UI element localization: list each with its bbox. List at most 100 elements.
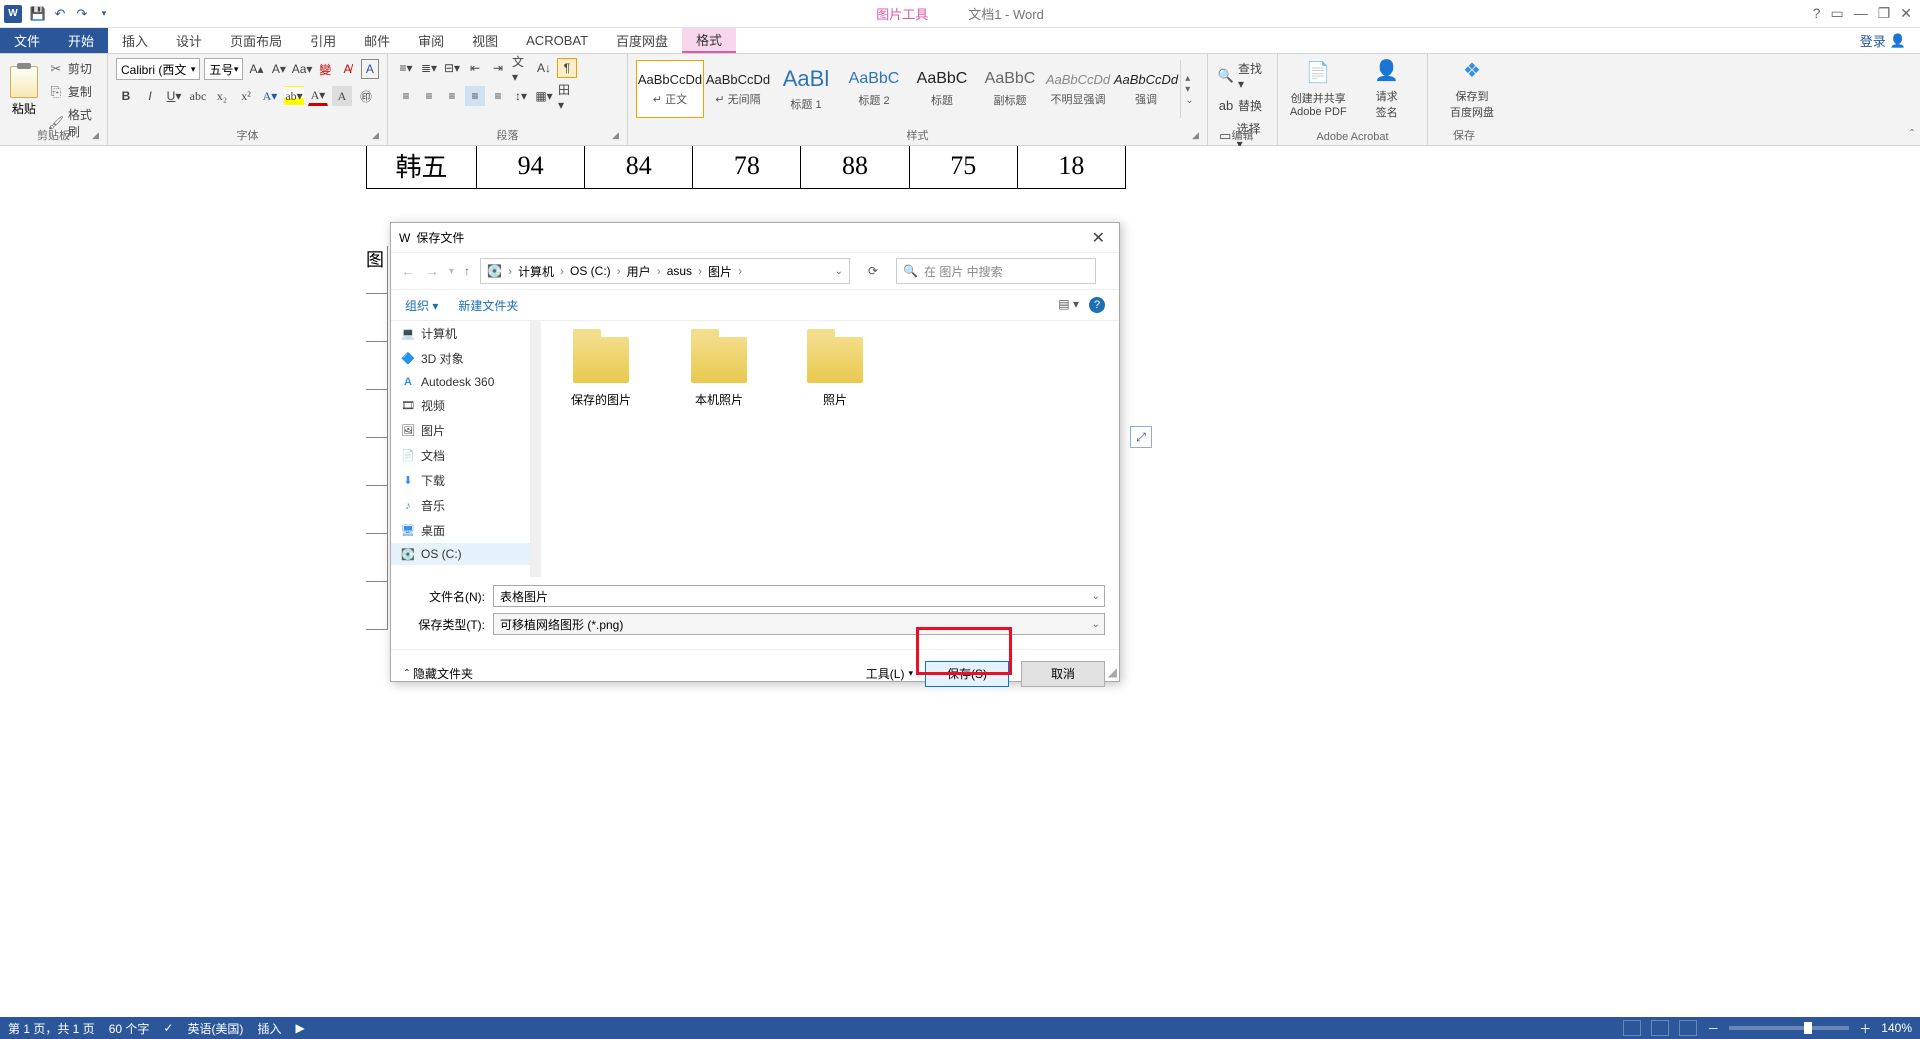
styles-dialog-launcher[interactable]: ◢ — [1192, 130, 1204, 142]
macro-indicator[interactable]: ▶ — [295, 1021, 304, 1035]
paste-button[interactable]: 粘贴 — [8, 56, 40, 126]
char-border-icon[interactable]: A — [361, 59, 379, 79]
new-folder-button[interactable]: 新建文件夹 — [458, 297, 518, 314]
filename-input[interactable]: 表格图片⌄ — [493, 585, 1105, 607]
tree-item-pictures[interactable]: 🖼图片 — [391, 418, 530, 443]
read-mode-icon[interactable] — [1623, 1020, 1641, 1036]
multilevel-list-icon[interactable]: ⊟▾ — [442, 58, 462, 78]
print-layout-icon[interactable] — [1651, 1020, 1669, 1036]
page-indicator[interactable]: 第 1 页，共 1 页 — [8, 1020, 95, 1037]
nav-forward-icon[interactable]: → — [425, 263, 439, 279]
folder-item[interactable]: 保存的图片 — [571, 337, 631, 408]
ribbon-display-icon[interactable]: ▭ — [1830, 5, 1843, 22]
shrink-font-icon[interactable]: A▾ — [270, 59, 288, 79]
folder-item[interactable]: 本机照片 — [691, 337, 747, 408]
paragraph-dialog-launcher[interactable]: ◢ — [612, 130, 624, 142]
line-spacing-icon[interactable]: ↕▾ — [511, 86, 531, 106]
subscript-icon[interactable]: x₂ — [212, 86, 232, 106]
tab-references[interactable]: 引用 — [296, 28, 350, 53]
save-to-baidu-button[interactable]: ❖保存到 百度网盘 — [1436, 56, 1508, 120]
sort-icon[interactable]: A↓ — [534, 58, 554, 78]
strikethrough-icon[interactable]: abc — [188, 86, 208, 106]
tab-insert[interactable]: 插入 — [108, 28, 162, 53]
replace-button[interactable]: ab替换 — [1216, 95, 1269, 116]
justify-icon[interactable]: ≡ — [465, 86, 485, 106]
address-bar[interactable]: 💽› 计算机› OS (C:)› 用户› asus› 图片› ⌄ — [480, 258, 850, 284]
char-shading-icon[interactable]: A — [332, 86, 352, 106]
zoom-out-icon[interactable]: － — [1707, 1020, 1719, 1037]
resize-grip-icon[interactable]: ◢ — [1108, 665, 1117, 679]
nav-recent-icon[interactable]: ▾ — [449, 266, 454, 277]
style-subtitle[interactable]: AaBbC副标题 — [976, 60, 1044, 118]
style-title[interactable]: AaBbC标题 — [908, 60, 976, 118]
filetype-select[interactable]: 可移植网络图形 (*.png)⌄ — [493, 613, 1105, 635]
asian-layout-icon[interactable]: 文▾ — [511, 58, 531, 78]
tab-mailings[interactable]: 邮件 — [350, 28, 404, 53]
distributed-icon[interactable]: ≡ — [488, 86, 508, 106]
borders-icon[interactable]: 田▾ — [557, 86, 577, 106]
font-size-combo[interactable]: 五号▾ — [204, 58, 243, 80]
nav-up-icon[interactable]: ↑ — [464, 264, 470, 278]
style-normal[interactable]: AaBbCcDd↵ 正文 — [636, 60, 704, 118]
style-heading2[interactable]: AaBbC标题 2 — [840, 60, 908, 118]
word-count[interactable]: 60 个字 — [109, 1020, 150, 1037]
tab-file[interactable]: 文件 — [0, 28, 54, 53]
nav-back-icon[interactable]: ← — [401, 263, 415, 279]
align-right-icon[interactable]: ≡ — [442, 86, 462, 106]
tab-baidu[interactable]: 百度网盘 — [602, 28, 682, 53]
tab-review[interactable]: 审阅 — [404, 28, 458, 53]
save-icon[interactable]: 💾 — [30, 6, 46, 22]
tree-scrollbar[interactable] — [531, 321, 541, 577]
phonetic-guide-icon[interactable]: 變 — [316, 59, 334, 79]
style-emphasis[interactable]: AaBbCcDd强调 — [1112, 60, 1180, 118]
refresh-icon[interactable]: ⟳ — [860, 264, 886, 278]
clipboard-dialog-launcher[interactable]: ◢ — [92, 130, 104, 142]
tab-acrobat[interactable]: ACROBAT — [512, 28, 602, 53]
style-subtle-emphasis[interactable]: AaBbCcDd不明显强调 — [1044, 60, 1112, 118]
tab-design[interactable]: 设计 — [162, 28, 216, 53]
align-center-icon[interactable]: ≡ — [419, 86, 439, 106]
qat-customize-icon[interactable]: ▾ — [96, 6, 112, 22]
restore-icon[interactable]: ❐ — [1878, 5, 1891, 22]
tab-view[interactable]: 视图 — [458, 28, 512, 53]
close-window-icon[interactable]: ✕ — [1900, 5, 1912, 22]
tree-item-computer[interactable]: 💻计算机 — [391, 321, 530, 346]
spellcheck-icon[interactable]: ✓ — [163, 1021, 173, 1035]
collapse-ribbon-icon[interactable]: ˆ — [1910, 127, 1914, 141]
help-icon[interactable]: ? — [1089, 297, 1105, 313]
zoom-in-icon[interactable]: ＋ — [1859, 1020, 1871, 1037]
tab-home[interactable]: 开始 — [54, 28, 108, 53]
dialog-search-input[interactable]: 🔍 在 图片 中搜索 — [896, 258, 1096, 284]
web-layout-icon[interactable] — [1679, 1020, 1697, 1036]
cancel-button[interactable]: 取消 — [1021, 661, 1105, 687]
find-button[interactable]: 🔍查找 ▾ — [1216, 58, 1269, 93]
tree-item-autodesk[interactable]: AAutodesk 360 — [391, 371, 530, 393]
tools-dropdown[interactable]: 工具(L)▾ — [866, 665, 913, 682]
tab-layout[interactable]: 页面布局 — [216, 28, 296, 53]
help-icon[interactable]: ? — [1813, 5, 1821, 22]
tree-item-osc[interactable]: 💽OS (C:) — [391, 543, 530, 565]
clear-formatting-icon[interactable]: A̸ — [338, 59, 356, 79]
change-case-icon[interactable]: Aa▾ — [292, 59, 312, 79]
zoom-slider[interactable] — [1729, 1026, 1849, 1030]
tree-item-downloads[interactable]: ⬇下载 — [391, 468, 530, 493]
tree-item-music[interactable]: ♪音乐 — [391, 493, 530, 518]
superscript-icon[interactable]: x² — [236, 86, 256, 106]
tree-item-documents[interactable]: 📄文档 — [391, 443, 530, 468]
style-heading1[interactable]: AaBl标题 1 — [772, 60, 840, 118]
shading-icon[interactable]: ▦▾ — [534, 86, 554, 106]
grow-font-icon[interactable]: A▴ — [247, 59, 265, 79]
highlight-icon[interactable]: ab▾ — [284, 86, 304, 106]
minimize-icon[interactable]: — — [1854, 5, 1868, 22]
zoom-level[interactable]: 140% — [1881, 1021, 1912, 1035]
login-link[interactable]: 登录👤 — [1846, 28, 1920, 53]
tree-item-desktop[interactable]: 🖥桌面 — [391, 518, 530, 543]
styles-more-icon[interactable]: ▴▾⌄ — [1180, 60, 1198, 118]
numbering-icon[interactable]: ≣▾ — [419, 58, 439, 78]
style-no-spacing[interactable]: AaBbCcDd↵ 无间隔 — [704, 60, 772, 118]
font-family-combo[interactable]: Calibri (西文▾ — [116, 58, 200, 80]
copy-button[interactable]: ⎘复制 — [46, 81, 99, 102]
font-dialog-launcher[interactable]: ◢ — [372, 130, 384, 142]
language-indicator[interactable]: 英语(美国) — [187, 1020, 243, 1037]
underline-icon[interactable]: U▾ — [164, 86, 184, 106]
